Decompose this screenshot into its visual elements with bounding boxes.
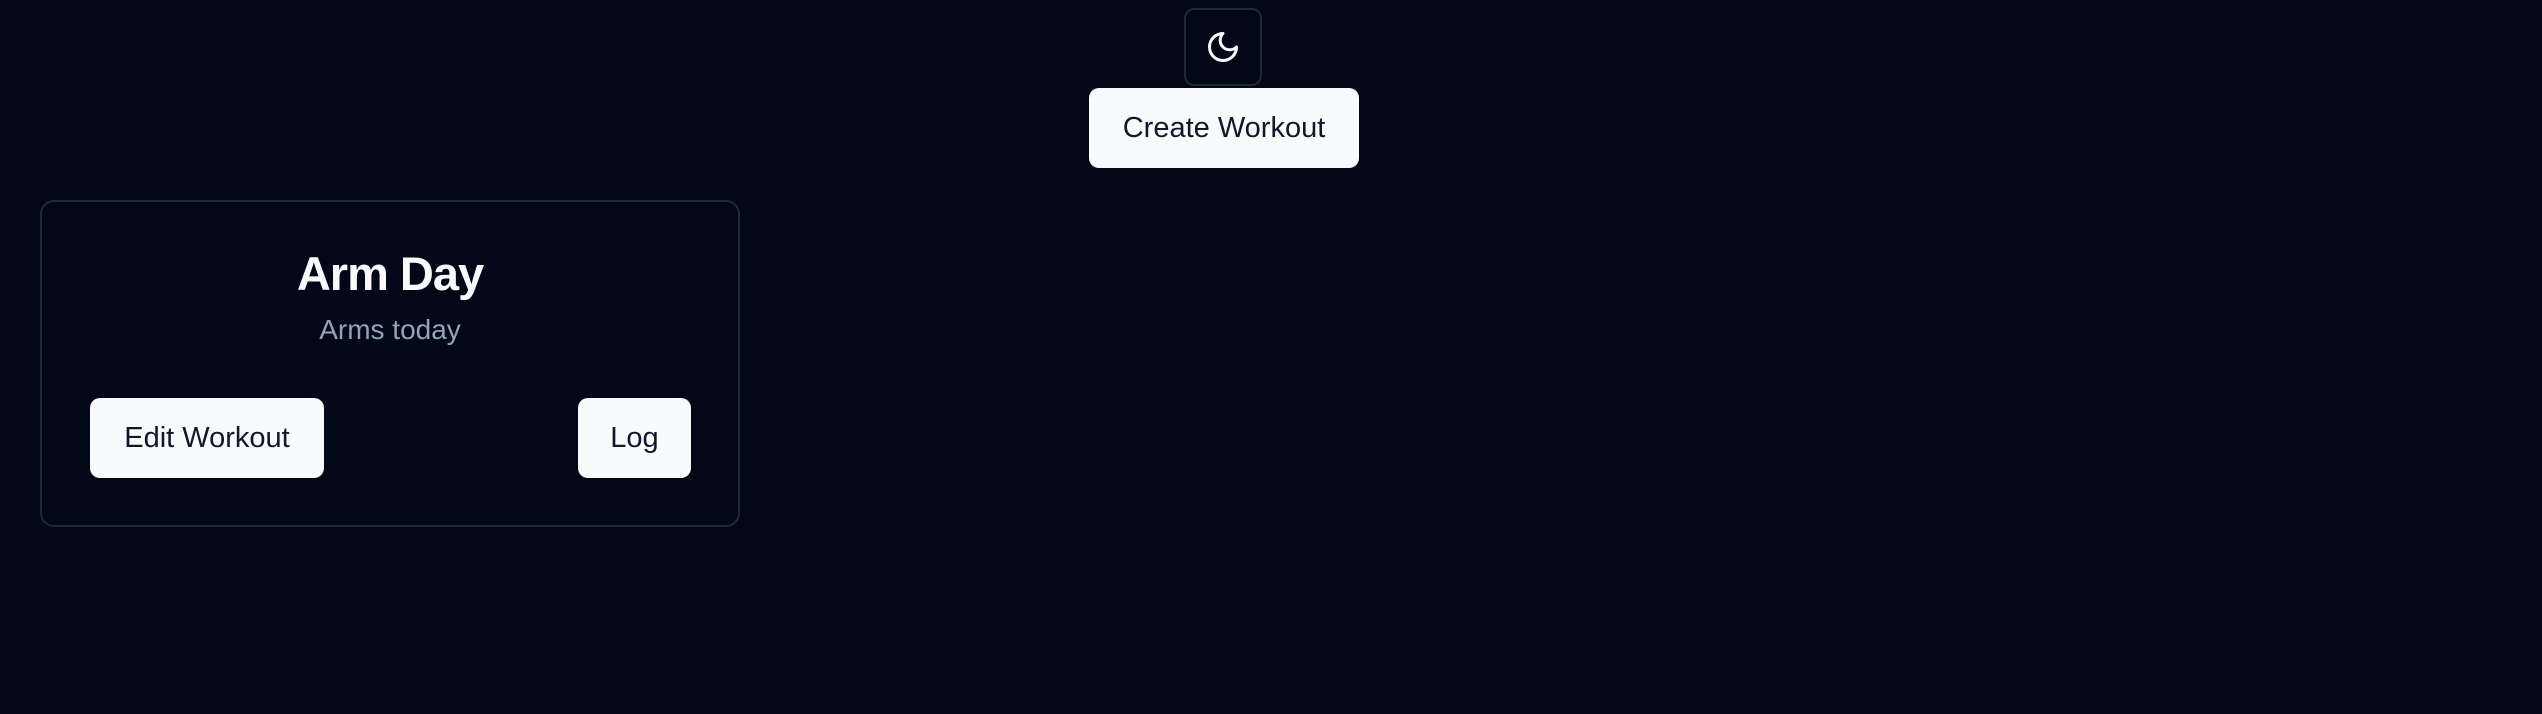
create-workout-button[interactable]: Create Workout	[1089, 88, 1359, 168]
theme-toggle-button[interactable]	[1184, 8, 1262, 86]
edit-workout-button[interactable]: Edit Workout	[90, 398, 324, 478]
workout-description: Arms today	[319, 314, 461, 345]
log-button[interactable]: Log	[578, 398, 691, 478]
moon-icon	[1205, 29, 1241, 65]
workout-card: Arm Day Arms today Edit Workout Log	[40, 200, 740, 527]
workout-title: Arm Day	[296, 247, 484, 300]
